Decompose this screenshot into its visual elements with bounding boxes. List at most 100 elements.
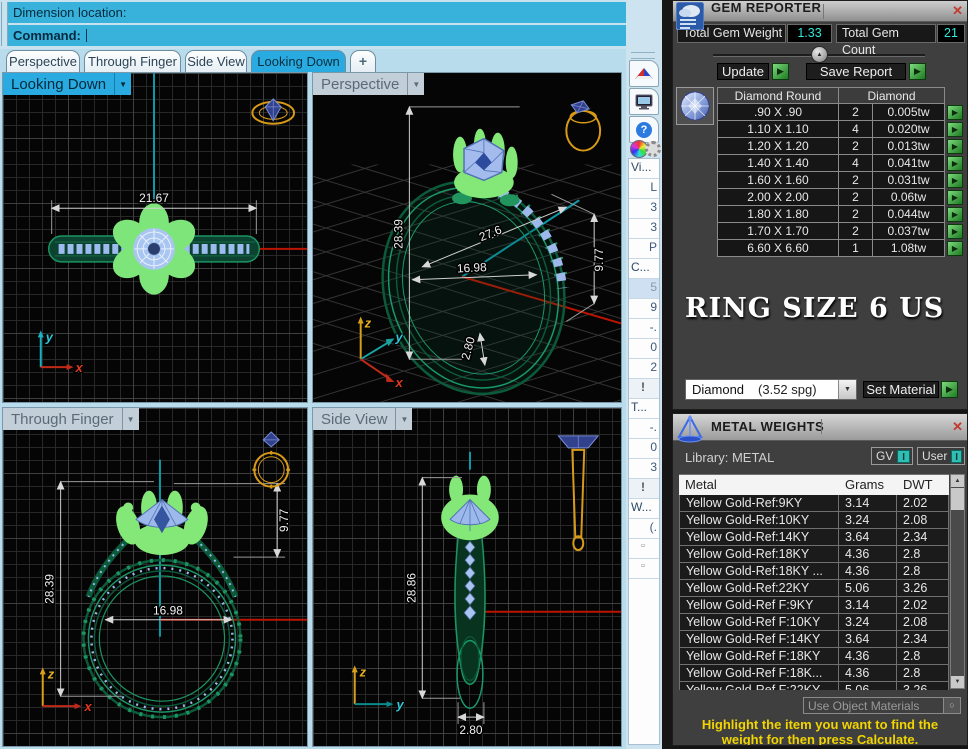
material-dropdown[interactable]: Diamond (3.52 spg) ▼ <box>685 379 857 400</box>
gem-table-row[interactable]: 2.00 X 2.00 2 0.06tw ▶ <box>717 189 967 206</box>
command-input[interactable]: Command: <box>8 25 642 46</box>
gv-toggle-state[interactable]: I <box>897 449 910 463</box>
metal-table-row[interactable]: Yellow Gold-Ref:22KY 5.06 3.26 <box>679 580 949 597</box>
viewport-label-looking-down[interactable]: Looking Down ▼ <box>3 73 132 95</box>
gem-row-go-button[interactable]: ▶ <box>947 139 963 154</box>
panel-grip[interactable] <box>631 52 655 59</box>
gem-table-row[interactable]: 1.80 X 1.80 2 0.044tw ▶ <box>717 206 967 223</box>
gem-table-row[interactable]: .90 X .90 2 0.005tw ▶ <box>717 104 967 121</box>
gem-row-go-button[interactable]: ▶ <box>947 173 963 188</box>
metal-weights-header[interactable]: METAL WEIGHTS ✕ <box>673 414 967 441</box>
property-row[interactable]: 3 <box>629 199 659 219</box>
gem-row-go-button[interactable]: ▶ <box>947 224 963 239</box>
gv-toggle[interactable]: GV I <box>871 447 913 465</box>
property-row[interactable]: Vi... <box>629 159 659 179</box>
property-row[interactable]: (. <box>629 519 659 539</box>
chevron-down-icon[interactable]: ▼ <box>407 73 424 95</box>
gem-row-go-button[interactable]: ▶ <box>947 122 963 137</box>
set-material-go-button[interactable]: ▶ <box>941 381 958 398</box>
property-row[interactable]: ▫ <box>629 539 659 559</box>
set-material-button[interactable]: Set Material <box>863 381 939 398</box>
close-icon[interactable]: ✕ <box>952 419 963 435</box>
viewport-settings-tab[interactable] <box>629 88 659 115</box>
side-view-canvas[interactable]: 28.86 2.80 z y <box>313 408 621 746</box>
gem-table-row[interactable]: 1.70 X 1.70 2 0.037tw ▶ <box>717 223 967 240</box>
property-row[interactable]: 0 <box>629 339 659 359</box>
property-row[interactable]: 9 <box>629 299 659 319</box>
property-row[interactable]: ▫ <box>629 559 659 579</box>
metal-table-row[interactable]: Yellow Gold-Ref:18KY 4.36 2.8 <box>679 546 949 563</box>
property-row[interactable]: ! <box>629 379 659 399</box>
save-report-button[interactable]: Save Report <box>806 63 906 80</box>
gem-table-row[interactable]: 1.40 X 1.40 4 0.041tw ▶ <box>717 155 967 172</box>
gem-table-row[interactable]: 1.20 X 1.20 2 0.013tw ▶ <box>717 138 967 155</box>
gem-reporter-header[interactable]: GEM REPORTER ✕ <box>673 1 967 22</box>
user-toggle[interactable]: User I <box>917 447 965 465</box>
property-row[interactable]: W... <box>629 499 659 519</box>
gem-table-row[interactable]: 1.10 X 1.10 4 0.020tw ▶ <box>717 121 967 138</box>
through-finger-canvas[interactable]: 28.39 9.77 16.98 z x <box>3 408 307 746</box>
command-area-grip[interactable] <box>1 2 8 46</box>
tab-perspective[interactable]: Perspective <box>6 50 80 72</box>
viewport-side-view[interactable]: Side View ▼ 28.86 2.80 z y <box>312 407 622 747</box>
scrollbar-thumb[interactable] <box>951 488 964 510</box>
scroll-up-icon[interactable]: ▲ <box>951 475 964 487</box>
property-row[interactable]: L <box>629 179 659 199</box>
user-toggle-state[interactable]: I <box>951 449 962 463</box>
chevron-down-icon[interactable]: ▼ <box>121 408 139 430</box>
property-row[interactable]: C... <box>629 259 659 279</box>
property-row[interactable]: 3 <box>629 219 659 239</box>
viewport-perspective[interactable]: Perspective ▼ 28.39 9.77 27.6 16.98 2.80… <box>312 72 622 403</box>
viewport-through-finger[interactable]: Through Finger ▼ 28.39 9.77 16.98 z x <box>2 407 308 747</box>
use-object-materials-toggle[interactable]: Use Object Materials ○ <box>803 697 961 714</box>
panel-slider-thumb[interactable]: ▲ <box>811 46 828 63</box>
metal-table-scrollbar[interactable]: ▲ ▼ <box>950 474 965 689</box>
property-row[interactable]: -. <box>629 319 659 339</box>
metal-table-row[interactable]: Yellow Gold-Ref:14KY 3.64 2.34 <box>679 529 949 546</box>
property-row[interactable]: 2 <box>629 359 659 379</box>
metal-table-row[interactable]: Yellow Gold-Ref F:9KY 3.14 2.02 <box>679 597 949 614</box>
perspective-canvas[interactable]: 28.39 9.77 27.6 16.98 2.80 z y x <box>313 73 621 402</box>
viewport-looking-down[interactable]: Looking Down ▼ 21.67 y x <box>2 72 308 403</box>
tab-looking-down[interactable]: Looking Down <box>251 50 346 72</box>
help-tab[interactable]: ? <box>629 116 659 143</box>
viewport-label-side-view[interactable]: Side View ▼ <box>313 408 413 430</box>
add-tab-button[interactable]: + <box>350 50 376 72</box>
viewport-label-through-finger[interactable]: Through Finger ▼ <box>3 408 139 430</box>
metal-table-row[interactable]: Yellow Gold-Ref F:18K... 4.36 2.8 <box>679 665 949 682</box>
gem-table-row[interactable]: 1.60 X 1.60 2 0.031tw ▶ <box>717 172 967 189</box>
gem-table-row[interactable]: 6.60 X 6.60 1 1.08tw ▶ <box>717 240 967 257</box>
tab-through-finger[interactable]: Through Finger <box>84 50 181 72</box>
save-report-go-button[interactable]: ▶ <box>909 63 926 80</box>
looking-down-canvas[interactable]: 21.67 y x <box>3 73 307 402</box>
gem-row-go-button[interactable]: ▶ <box>947 105 963 120</box>
metal-table-row[interactable]: Yellow Gold-Ref:9KY 3.14 2.02 <box>679 495 949 512</box>
update-button[interactable]: Update <box>717 63 769 80</box>
metal-table-row[interactable]: Yellow Gold-Ref:10KY 3.24 2.08 <box>679 512 949 529</box>
metal-table-row[interactable]: Yellow Gold-Ref F:14KY 3.64 2.34 <box>679 631 949 648</box>
dropdown-arrow-icon[interactable]: ▼ <box>838 380 856 399</box>
metal-table-row[interactable]: Yellow Gold-Ref F:18KY 4.36 2.8 <box>679 648 949 665</box>
metal-table-row[interactable]: Yellow Gold-Ref:18KY ... 4.36 2.8 <box>679 563 949 580</box>
gem-row-go-button[interactable]: ▶ <box>947 207 963 222</box>
tab-side-view[interactable]: Side View <box>185 50 247 72</box>
gear-icon[interactable] <box>645 141 661 157</box>
property-row[interactable]: 0 <box>629 439 659 459</box>
close-icon[interactable]: ✕ <box>952 3 963 19</box>
property-row[interactable]: ! <box>629 479 659 499</box>
property-row[interactable]: 5 <box>629 279 659 299</box>
property-row[interactable]: P <box>629 239 659 259</box>
display-mode-tab[interactable] <box>629 60 659 87</box>
metal-table-row[interactable]: Yellow Gold-Ref F:22KY 5.06 3.26 <box>679 682 949 690</box>
property-row[interactable]: T... <box>629 399 659 419</box>
property-row[interactable]: -. <box>629 419 659 439</box>
gem-row-go-button[interactable]: ▶ <box>947 190 963 205</box>
scroll-down-icon[interactable]: ▼ <box>951 676 964 688</box>
gem-thumbnail[interactable] <box>676 87 714 125</box>
chevron-down-icon[interactable]: ▼ <box>395 408 412 430</box>
chevron-down-icon[interactable]: ▼ <box>114 73 131 95</box>
property-row[interactable]: 3 <box>629 459 659 479</box>
radio-icon[interactable]: ○ <box>943 698 960 713</box>
gem-row-go-button[interactable]: ▶ <box>947 156 963 171</box>
metal-table-row[interactable]: Yellow Gold-Ref F:10KY 3.24 2.08 <box>679 614 949 631</box>
